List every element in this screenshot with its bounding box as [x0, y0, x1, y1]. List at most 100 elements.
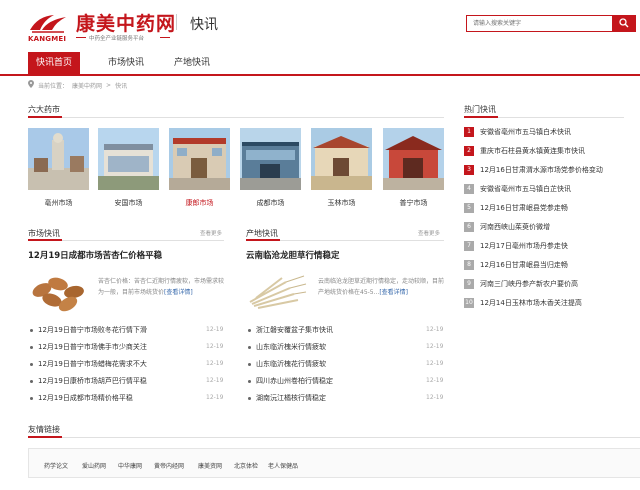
hot-news-item[interactable]: 2 重庆市石柱县黄水镇黄连集市快讯 [464, 143, 585, 159]
friend-link[interactable]: 爱山药网 [82, 461, 106, 470]
tab-market-news[interactable]: 市场快讯 [100, 52, 152, 74]
friend-link[interactable]: 药学论文 [44, 461, 68, 470]
search-input[interactable] [466, 15, 612, 32]
list-item-text: 浙江磐安覆盆子集市快讯 [256, 326, 333, 334]
market-card-kanglang[interactable]: 康郎市场 [169, 128, 230, 208]
hot-news-item[interactable]: 8 12月16日甘肃岷县当归走畅 [464, 257, 568, 273]
market-label: 亳州市场 [44, 199, 73, 207]
market-photo [28, 128, 89, 190]
rank-badge: 4 [464, 184, 474, 194]
list-item-text: 湖南沅江橘核行情稳定 [256, 394, 326, 402]
list-item-text: 12月19日康桥市场胡芦巴行情平稳 [38, 377, 147, 385]
rank-badge: 10 [464, 298, 474, 308]
logo-title[interactable]: 康美中药网 [76, 9, 176, 36]
logo-sub-line-left [76, 37, 86, 38]
hot-news-text: 12月16日甘肃岷县当归走畅 [480, 261, 568, 269]
market-card-anguo[interactable]: 安国市场 [98, 128, 159, 208]
hot-news-item[interactable]: 5 12月16日甘肃岷县党参走畅 [464, 200, 568, 216]
hot-news-text: 河南西峡山茱萸价微增 [480, 223, 550, 231]
list-item-date: 12-19 [426, 377, 444, 384]
market-card-puning[interactable]: 普宁市场 [383, 128, 444, 208]
market-card-bozhou[interactable]: 亳州市场 [28, 128, 89, 208]
list-item-date: 12-19 [426, 394, 444, 401]
bullet [248, 345, 251, 349]
list-item-date: 12-19 [206, 394, 224, 401]
bullet [30, 345, 33, 349]
breadcrumb-current[interactable]: 快讯 [115, 81, 127, 90]
hot-news-text: 12月17日亳州市场丹参走快 [480, 242, 568, 250]
markets-title: 六大药市 [28, 105, 60, 114]
tab-origin-news[interactable]: 产地快讯 [166, 52, 218, 74]
origin-news-detail-link[interactable]: [查看详情] [379, 289, 408, 296]
hot-news-item[interactable]: 4 安徽省亳州市五马镇白芷快讯 [464, 181, 571, 197]
market-news-detail-link[interactable]: [查看详情] [164, 289, 193, 296]
search-icon [619, 17, 629, 30]
origin-news-headline[interactable]: 云南临沧龙胆草行情稳定 [246, 249, 340, 261]
hot-news-text: 重庆市石柱县黄水镇黄连集市快讯 [480, 147, 585, 155]
friend-link[interactable]: 康美资网 [198, 461, 222, 470]
list-item-date: 12-19 [206, 377, 224, 384]
rank-badge: 6 [464, 222, 474, 232]
list-item[interactable]: 山东临沂槐花行情疲软 [248, 359, 326, 369]
list-item[interactable]: 12月19日普宁市场败冬花行情下滑 [30, 325, 147, 335]
market-news-more-link[interactable]: 查看更多 [200, 229, 222, 237]
market-photo [240, 128, 301, 190]
bullet [30, 379, 33, 383]
origin-news-more-link[interactable]: 查看更多 [418, 229, 440, 237]
hot-news-item[interactable]: 6 河南西峡山茱萸价微增 [464, 219, 550, 235]
market-photo [98, 128, 159, 190]
friend-link[interactable]: 中华康网 [118, 461, 142, 470]
market-photo [383, 128, 444, 190]
hot-news-item[interactable]: 1 安徽省亳州市五马镇白术快讯 [464, 124, 571, 140]
list-item[interactable]: 浙江磐安覆盆子集市快讯 [248, 325, 333, 335]
rank-badge: 7 [464, 241, 474, 251]
kangmei-logo-icon[interactable] [28, 12, 70, 34]
list-item-text: 12月19日普宁市场败冬花行情下滑 [38, 326, 147, 334]
almond-photo[interactable] [28, 268, 90, 314]
breadcrumb: 当前位置： 康美中药网 > 快讯 [28, 80, 127, 90]
market-card-chengdu[interactable]: 成都市场 [240, 128, 301, 208]
list-item[interactable]: 12月19日康桥市场胡芦巴行情平稳 [30, 376, 147, 386]
bullet [30, 328, 33, 332]
list-item[interactable]: 12月19日普宁市场蜡梅花需求不大 [30, 359, 147, 369]
hot-news-item[interactable]: 10 12月14日玉林市场木香关注提高 [464, 295, 582, 311]
rank-badge: 2 [464, 146, 474, 156]
market-label: 普宁市场 [399, 199, 428, 207]
friend-link[interactable]: 北京体检 [234, 461, 258, 470]
market-news-desc: 苦杏仁价格：苦杏仁近期行情疲软，市场需求较为一般，目前市场统货价[查看详情] [98, 276, 224, 298]
list-item-text: 12月19日成都市场精价格平稳 [38, 394, 133, 402]
breadcrumb-home[interactable]: 康美中药网 [72, 81, 102, 90]
list-item-date: 12-19 [206, 343, 224, 350]
list-item-text: 山东临沂槐花行情疲软 [256, 360, 326, 368]
market-news-headline[interactable]: 12月19日成都市场苦杏仁价格平稳 [28, 249, 162, 261]
breadcrumb-prefix: 当前位置： [38, 82, 69, 90]
list-item-text: 12月19日普宁市场蜡梅花需求不大 [38, 360, 147, 368]
list-item[interactable]: 12月19日成都市场精价格平稳 [30, 393, 133, 403]
list-item[interactable]: 山东临沂槐米行情疲软 [248, 342, 326, 352]
hot-news-title: 热门快讯 [464, 105, 496, 114]
hot-news-item[interactable]: 3 12月16日甘肃渭水源市场党参价格变动 [464, 162, 603, 178]
herb-photo[interactable] [246, 268, 308, 314]
list-item-date: 12-19 [426, 326, 444, 333]
hot-news-text: 12月14日玉林市场木香关注提高 [480, 299, 582, 307]
list-item-date: 12-19 [426, 360, 444, 367]
market-photo [169, 128, 230, 190]
list-item-date: 12-19 [206, 360, 224, 367]
market-news-title-mark [28, 239, 62, 241]
list-item[interactable]: 12月19日普宁市场佛手市少商关注 [30, 342, 147, 352]
friend-link[interactable]: 老人保健品 [268, 461, 298, 470]
hot-news-item[interactable]: 7 12月17日亳州市场丹参走快 [464, 238, 568, 254]
list-item[interactable]: 湖南沅江橘核行情稳定 [248, 393, 326, 403]
search-button[interactable] [612, 15, 636, 32]
header-divider [176, 14, 177, 30]
friend-link[interactable]: 黄帝内经网 [154, 461, 184, 470]
hot-news-item[interactable]: 9 河南三门峡丹参产新农户要价高 [464, 276, 578, 292]
market-card-yulin[interactable]: 玉林市场 [311, 128, 372, 208]
market-label: 玉林市场 [327, 199, 356, 207]
rank-badge: 3 [464, 165, 474, 175]
friend-links-title-mark [28, 436, 62, 438]
market-label: 康郎市场 [185, 199, 214, 207]
tab-news-home[interactable]: 快讯首页 [28, 52, 80, 74]
nav-underline [0, 74, 640, 76]
list-item[interactable]: 四川赤山州卷柏行情稳定 [248, 376, 333, 386]
